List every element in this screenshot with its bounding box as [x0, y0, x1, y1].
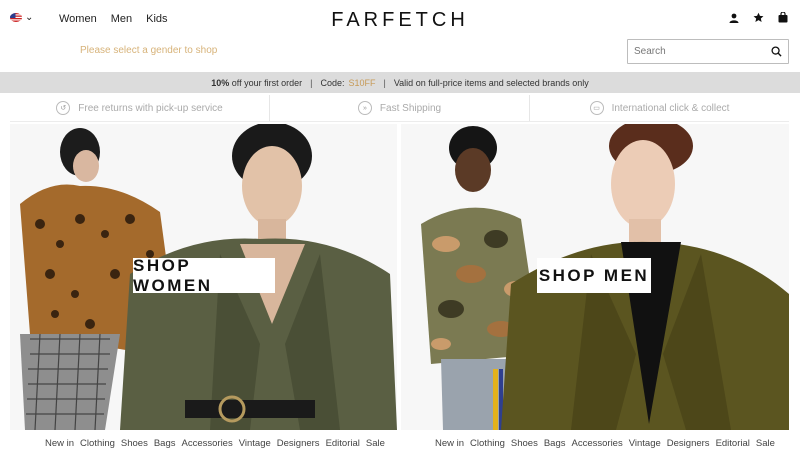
promo-percent: 10% — [211, 77, 230, 88]
benefits-bar: ↺ Free returns with pick-up service » Fa… — [10, 95, 789, 122]
account-icon[interactable] — [729, 13, 739, 23]
wishlist-star-icon[interactable] — [753, 12, 764, 23]
bag-icon[interactable] — [778, 12, 788, 23]
promo-code-label: Code: — [320, 77, 345, 88]
gender-prompt: Please select a gender to shop — [80, 45, 218, 56]
women-subnav-clothing[interactable]: Clothing — [80, 438, 115, 449]
search-box[interactable] — [627, 39, 789, 64]
shop-men-button[interactable]: SHOP MEN — [537, 258, 651, 293]
men-subnav-new-in[interactable]: New in — [435, 438, 464, 449]
men-subnav-sale[interactable]: Sale — [756, 438, 775, 449]
promo-banner[interactable]: 10% off your first order | Code: S10FF |… — [0, 72, 800, 93]
women-subnav-new-in[interactable]: New in — [45, 438, 74, 449]
women-subnav-bags[interactable]: Bags — [154, 438, 176, 449]
promo-code: S10FF — [348, 77, 376, 88]
benefit-label: Free returns with pick-up service — [78, 102, 223, 114]
benefit-label: International click & collect — [611, 102, 730, 114]
hero-men[interactable]: SHOP MEN — [401, 124, 789, 430]
women-subnav-accessories[interactable]: Accessories — [182, 438, 233, 449]
men-subnav-editorial[interactable]: Editorial — [716, 438, 750, 449]
women-subnav-designers[interactable]: Designers — [277, 438, 320, 449]
returns-icon: ↺ — [56, 101, 71, 115]
women-subnav-sale[interactable]: Sale — [366, 438, 385, 449]
men-subnav-shoes[interactable]: Shoes — [511, 438, 538, 449]
benefit-free-returns[interactable]: ↺ Free returns with pick-up service — [10, 95, 269, 121]
women-subnav-shoes[interactable]: Shoes — [121, 438, 148, 449]
farfetch-logo[interactable]: FARFETCH — [0, 9, 800, 32]
men-subnav-clothing[interactable]: Clothing — [470, 438, 505, 449]
women-subnav-editorial[interactable]: Editorial — [326, 438, 360, 449]
benefit-label: Fast Shipping — [379, 102, 442, 114]
search-icon[interactable] — [771, 46, 782, 57]
promo-terms: Valid on full-price items and selected b… — [393, 77, 589, 88]
header-icons — [729, 12, 788, 23]
hero-women[interactable]: SHOP WOMEN — [10, 124, 397, 430]
promo-offer: off your first order — [231, 77, 303, 88]
men-subnav-bags[interactable]: Bags — [544, 438, 566, 449]
women-subnav-vintage[interactable]: Vintage — [239, 438, 271, 449]
shop-women-button[interactable]: SHOP WOMEN — [133, 256, 275, 295]
benefit-fast-shipping[interactable]: » Fast Shipping — [269, 95, 529, 121]
men-subnav-designers[interactable]: Designers — [667, 438, 710, 449]
site-header: ⌄ Women Men Kids FARFETCH Please select … — [0, 0, 800, 72]
men-subnav-accessories[interactable]: Accessories — [572, 438, 623, 449]
benefit-click-collect[interactable]: ▭ International click & collect — [529, 95, 789, 121]
men-subnav-vintage[interactable]: Vintage — [629, 438, 661, 449]
women-subnav: New in Clothing Shoes Bags Accessories V… — [45, 438, 385, 449]
search-input[interactable] — [634, 46, 764, 57]
farfetch-homepage: ⌄ Women Men Kids FARFETCH Please select … — [0, 0, 800, 453]
shipping-icon: » — [357, 101, 372, 115]
collect-icon: ▭ — [589, 101, 604, 115]
promo-divider: | — [310, 77, 313, 88]
men-subnav: New in Clothing Shoes Bags Accessories V… — [435, 438, 775, 449]
promo-divider: | — [383, 77, 386, 88]
